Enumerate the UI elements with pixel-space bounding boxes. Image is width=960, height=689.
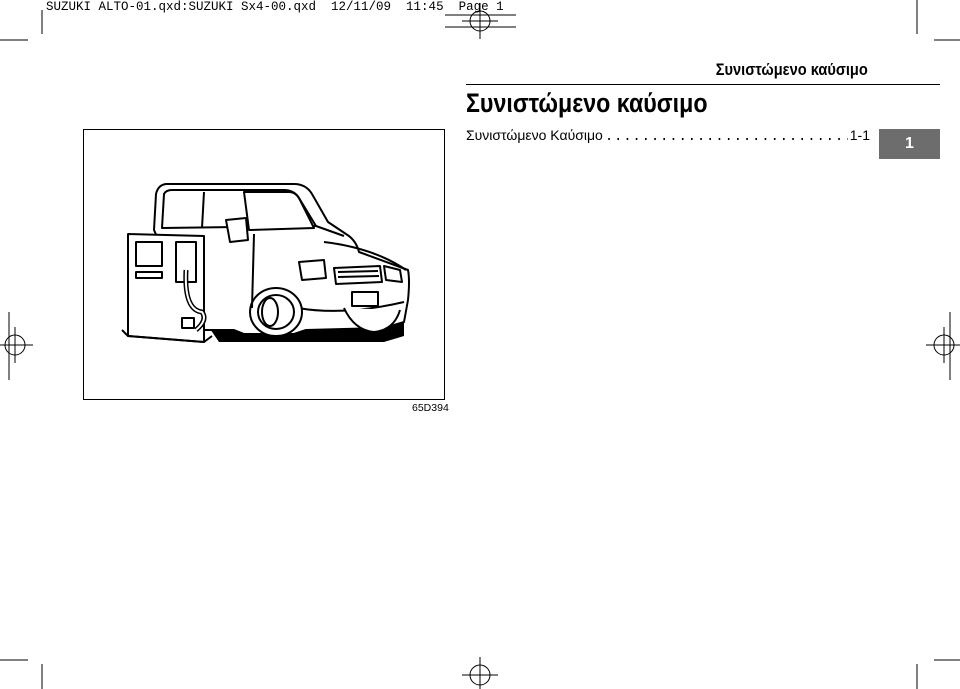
toc-page-ref: 1-1 <box>849 127 870 143</box>
registration-mark-right <box>926 312 960 380</box>
illustration-frame <box>83 129 445 400</box>
registration-mark-bottom <box>462 657 498 689</box>
figure-code: 65D394 <box>412 402 449 414</box>
toc-dot-leader: ........................................… <box>604 129 848 145</box>
registration-mark-left <box>0 312 33 380</box>
toc-entry[interactable]: Συνιστώμενο Καύσιμο ....................… <box>466 127 870 145</box>
fuel-pump-icon <box>121 233 213 343</box>
toc-entry-label: Συνιστώμενο Καύσιμο <box>466 127 603 143</box>
registration-mark-top <box>445 3 516 39</box>
chapter-tab-number: 1 <box>905 135 914 152</box>
section-title: Συνιστώμενο καύσιμο <box>466 88 708 118</box>
header-rule <box>466 84 940 85</box>
chapter-tab[interactable]: 1 <box>879 129 940 159</box>
car-at-fuel-pump-illustration <box>121 183 410 343</box>
running-header-title: Συνιστώμενο καύσιμο <box>715 60 868 79</box>
